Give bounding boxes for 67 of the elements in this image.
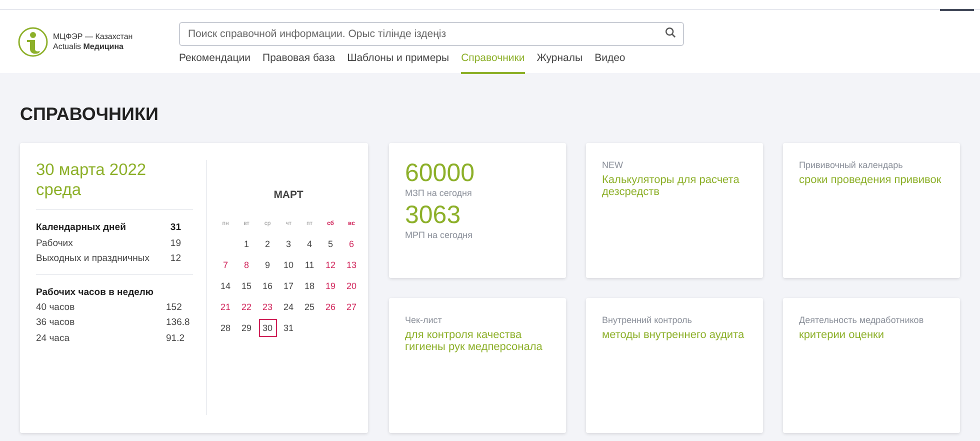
nav-tab[interactable]: Рекомендации — [179, 51, 251, 74]
calendar-day[interactable]: 26 — [322, 298, 340, 316]
card-label: Прививочный календарь — [799, 159, 903, 171]
stat-value: 91.2 — [166, 332, 184, 346]
calendar-day[interactable]: 6 — [342, 235, 360, 254]
figure-value: 60000 — [405, 159, 475, 187]
stat-value: 19 — [170, 236, 181, 250]
stat-value: 12 — [170, 252, 181, 266]
calendar-day[interactable]: 28 — [216, 319, 234, 338]
calendar-day[interactable]: 9 — [258, 256, 276, 274]
stat-value: 31 — [170, 221, 181, 235]
stat-label: 24 часа — [36, 332, 70, 346]
calendar-day[interactable]: 14 — [216, 277, 234, 296]
calendar-day[interactable]: 7 — [216, 256, 234, 274]
date-heading: 30 марта 2022 среда — [36, 160, 148, 200]
card-label: Внутренний контроль — [602, 314, 692, 326]
calendar-day[interactable]: 29 — [238, 319, 256, 338]
calendar-day[interactable]: 30 — [258, 319, 276, 338]
calendar-day[interactable]: 22 — [238, 298, 256, 316]
search-field[interactable]: Поиск справочной информации. Орыс тілінде іздеңіз — [179, 22, 684, 46]
hours-title: Рабочих часов в неделю — [36, 286, 155, 300]
calendar-day[interactable]: 24 — [280, 298, 298, 316]
search-icon[interactable] — [665, 27, 676, 38]
calendar-day[interactable]: 5 — [322, 235, 340, 254]
calendar-day[interactable]: 4 — [300, 235, 318, 254]
stat-value: 152 — [166, 300, 182, 314]
calendar-day[interactable]: 8 — [238, 256, 256, 274]
figure-caption: МРП на сегодня — [405, 229, 472, 241]
nav-tab[interactable]: Видео — [594, 51, 626, 74]
stat-value: 136.8 — [166, 316, 190, 330]
calendar-day[interactable]: 10 — [280, 256, 298, 274]
calendar-day[interactable]: 21 — [216, 298, 234, 316]
logo-icon — [18, 27, 48, 57]
figure-value: 3063 — [405, 201, 461, 229]
calendar-day[interactable]: 11 — [300, 256, 318, 274]
nav-tab[interactable]: Правовая база — [262, 51, 336, 74]
nav-tab[interactable]: Журналы — [536, 51, 583, 74]
nav-tab[interactable]: Шаблоны и примеры — [347, 51, 450, 74]
calendar-day[interactable]: 18 — [300, 277, 318, 296]
card-label: NEW — [602, 159, 623, 171]
calendar-day[interactable]: 17 — [280, 277, 298, 296]
calendar-day[interactable]: 23 — [258, 298, 276, 316]
calendar-day[interactable]: 16 — [258, 277, 276, 296]
stat-label: Выходных и праздничных — [36, 252, 150, 266]
calendar-day[interactable]: 15 — [238, 277, 256, 296]
calendar-day[interactable]: 19 — [322, 277, 340, 296]
calendar-day[interactable]: 3 — [280, 235, 298, 254]
calendar-day[interactable]: 27 — [342, 298, 360, 316]
calendar-day[interactable]: 20 — [342, 277, 360, 296]
stat-label: 36 часов — [36, 316, 76, 330]
page-title: СПРАВОЧНИКИ — [20, 103, 160, 126]
calendar-day[interactable]: 13 — [342, 256, 360, 274]
card-label: Деятельность медработников — [799, 314, 924, 326]
card-label: Чек-лист — [405, 314, 442, 326]
calendar-day[interactable]: 25 — [300, 298, 318, 316]
calendar-day[interactable]: 31 — [280, 319, 298, 338]
calendar-day[interactable]: 1 — [238, 235, 256, 254]
month-title: МАРТ — [272, 188, 304, 203]
logo-title: МЦФЭР — Казахстан — [53, 32, 133, 42]
stat-label: Календарных дней — [36, 221, 126, 235]
stat-label: Рабочих — [36, 236, 73, 250]
calendar-day[interactable]: 2 — [258, 235, 276, 254]
figure-caption: МЗП на сегодня — [405, 187, 472, 199]
calendar-day[interactable]: 12 — [322, 256, 340, 274]
indicator-bar — [940, 9, 974, 11]
stat-label: 40 часов — [36, 300, 76, 314]
logo-subtitle: Actualis Медицина — [53, 42, 124, 52]
